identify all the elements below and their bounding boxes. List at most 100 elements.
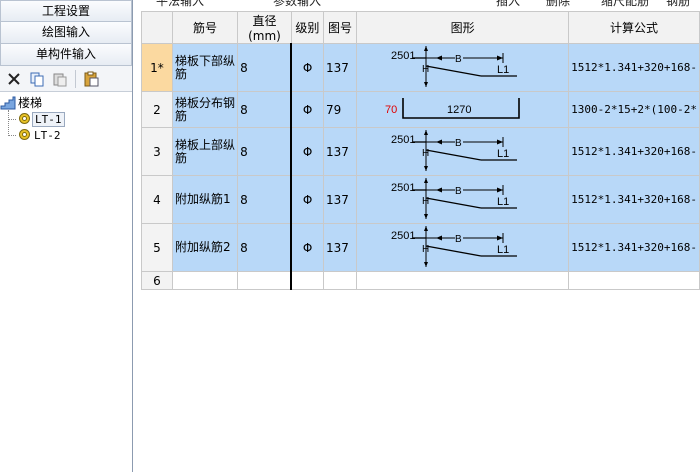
gear-icon xyxy=(18,112,32,126)
shape-no-cell[interactable]: 137 xyxy=(322,175,358,224)
tree-item-lt-1[interactable]: LT-1 xyxy=(0,111,132,127)
grid-header-row: 筋号 直径(mm) 级别 图号 图形 计算公式 xyxy=(141,11,700,44)
bar-name-cell[interactable]: 梯板下部纵筋 xyxy=(171,43,239,92)
shape-dim-left: 70 xyxy=(385,104,397,116)
formula-cell[interactable]: 1512*1.341+320+168- xyxy=(568,127,700,176)
grade-cell[interactable]: Φ xyxy=(290,175,324,224)
table-row[interactable]: 3 梯板上部纵筋 8 Φ 137 2501 H B L1 1512*1.341+320+168- xyxy=(141,127,700,176)
formula-cell[interactable] xyxy=(568,271,700,290)
stairs-icon xyxy=(0,95,16,111)
table-row[interactable]: 1* 梯板下部纵筋 8 Φ 137 2501 H B L1 1512*1.341+320+168- xyxy=(141,43,700,92)
shape-dim-h: H xyxy=(422,148,429,159)
shape-dim-h: H xyxy=(422,244,429,255)
shape-no-cell[interactable] xyxy=(322,271,358,290)
row-number[interactable]: 5 xyxy=(141,223,173,272)
tree-root-label: 楼梯 xyxy=(18,96,43,110)
shape-dim-l1: L1 xyxy=(497,244,509,256)
shape-dim-length: 1270 xyxy=(447,104,471,116)
row-number[interactable]: 2 xyxy=(141,91,173,128)
left-panel: 工程设置 绘图输入 单构件输入 楼梯 LT-1 LT-2 xyxy=(0,0,133,472)
shape-cell[interactable]: 2501 H B L1 xyxy=(356,127,570,176)
grade-cell[interactable]: Φ xyxy=(290,43,324,92)
tree-root-stairs[interactable]: 楼梯 xyxy=(0,94,132,111)
paste-icon[interactable] xyxy=(50,69,70,89)
nav-single-component-input-button[interactable]: 单构件输入 xyxy=(0,44,132,66)
toolbar-item[interactable]: 插入 xyxy=(496,0,520,8)
header-shape[interactable]: 图形 xyxy=(356,11,570,44)
shape-dim-b: B xyxy=(455,54,462,65)
grade-cell[interactable]: Φ xyxy=(290,127,324,176)
formula-cell[interactable]: 1512*1.341+320+168- xyxy=(568,223,700,272)
shape-dim-h: H xyxy=(422,196,429,207)
row-number[interactable]: 4 xyxy=(141,175,173,224)
grade-cell[interactable]: Φ xyxy=(290,223,324,272)
shape-no-cell[interactable]: 137 xyxy=(322,43,358,92)
header-diameter[interactable]: 直径(mm) xyxy=(237,11,292,44)
nav-project-settings-button[interactable]: 工程设置 xyxy=(0,0,132,22)
bar-name-cell[interactable] xyxy=(171,271,239,290)
row-number[interactable]: 1* xyxy=(141,43,173,92)
delete-icon[interactable] xyxy=(4,69,24,89)
tree-item-label: LT-2 xyxy=(34,128,61,142)
formula-cell[interactable]: 1300-2*15+2*(100-2* xyxy=(568,91,700,128)
shape-dim-a: 2501 xyxy=(391,50,415,62)
diameter-cell[interactable]: 8 xyxy=(237,223,293,272)
header-rownum[interactable] xyxy=(141,11,173,44)
row-number[interactable]: 3 xyxy=(141,127,173,176)
header-bar-no[interactable]: 筋号 xyxy=(171,11,239,44)
toolbar-item[interactable]: 参数输入 xyxy=(273,0,321,8)
row-number[interactable]: 6 xyxy=(141,271,173,290)
shape-137-diagram: 2501 H B L1 xyxy=(391,130,518,171)
shape-dim-b: B xyxy=(455,234,462,245)
nav-drawing-input-button[interactable]: 绘图输入 xyxy=(0,22,132,44)
shape-no-cell[interactable]: 79 xyxy=(322,91,358,128)
shape-dim-a: 2501 xyxy=(391,134,415,146)
bar-name-cell[interactable]: 梯板分布钢筋 xyxy=(171,91,239,128)
header-shape-no[interactable]: 图号 xyxy=(322,11,358,44)
shape-cell[interactable]: 2501 H B L1 xyxy=(356,223,570,272)
bar-name-cell[interactable]: 附加纵筋1 xyxy=(171,175,239,224)
shape-dim-h: H xyxy=(422,64,429,75)
header-formula[interactable]: 计算公式 xyxy=(568,11,700,44)
tree-item-lt-2[interactable]: LT-2 xyxy=(0,127,132,143)
formula-cell[interactable]: 1512*1.341+320+168- xyxy=(568,43,700,92)
shape-cell[interactable]: 70 1270 xyxy=(356,91,570,128)
shape-79-diagram: 70 1270 xyxy=(385,98,520,119)
component-tree: 楼梯 LT-1 LT-2 xyxy=(0,92,132,143)
diameter-cell[interactable]: 8 xyxy=(237,175,293,224)
bar-name-cell[interactable]: 梯板上部纵筋 xyxy=(171,127,239,176)
toolbar-item[interactable]: 缩尺配筋 xyxy=(601,0,649,8)
bar-name-cell[interactable]: 附加纵筋2 xyxy=(171,223,239,272)
tree-toolbar xyxy=(0,66,132,92)
diameter-cell[interactable]: 8 xyxy=(237,127,293,176)
table-row[interactable]: 6 xyxy=(141,271,700,290)
diameter-cell[interactable]: 8 xyxy=(237,91,293,128)
header-grade[interactable]: 级别 xyxy=(290,11,324,44)
shape-cell[interactable] xyxy=(356,271,570,290)
tree-branch-line xyxy=(8,119,16,120)
copy-icon[interactable] xyxy=(27,69,47,89)
table-row[interactable]: 4 附加纵筋1 8 Φ 137 2501 H B L1 1512*1.341+320+168- xyxy=(141,175,700,224)
rebar-grid: 筋号 直径(mm) 级别 图号 图形 计算公式 1* 梯板下部纵筋 8 Φ 137 2501 H B L1… xyxy=(141,11,700,290)
grade-cell[interactable] xyxy=(290,271,324,290)
grade-cell[interactable]: Φ xyxy=(290,91,324,128)
shape-137-diagram: 2501 H B L1 xyxy=(391,178,518,219)
diameter-cell[interactable]: 8 xyxy=(237,43,293,92)
toolbar-item[interactable]: 平法输入 xyxy=(156,0,204,8)
toolbar-item[interactable]: 删除 xyxy=(546,0,570,8)
shape-cell[interactable]: 2501 H B L1 xyxy=(356,43,570,92)
shape-dim-b: B xyxy=(455,138,462,149)
shape-no-cell[interactable]: 137 xyxy=(322,223,358,272)
clipboard-icon[interactable] xyxy=(81,69,101,89)
formula-cell[interactable]: 1512*1.341+320+168- xyxy=(568,175,700,224)
shape-dim-l1: L1 xyxy=(497,148,509,160)
table-row[interactable]: 5 附加纵筋2 8 Φ 137 2501 H B L1 1512*1.341+320+168- xyxy=(141,223,700,272)
diameter-cell[interactable] xyxy=(237,271,293,290)
shape-no-cell[interactable]: 137 xyxy=(322,127,358,176)
toolbar-item[interactable]: 钢筋 xyxy=(666,0,690,8)
shape-cell[interactable]: 2501 H B L1 xyxy=(356,175,570,224)
table-row[interactable]: 2 梯板分布钢筋 8 Φ 79 70 1270 1300-2*15+2*(100-2* xyxy=(141,91,700,128)
shape-137-diagram: 2501 H B L1 xyxy=(391,226,518,267)
shape-dim-l1: L1 xyxy=(497,196,509,208)
tree-branch-line xyxy=(8,135,16,136)
